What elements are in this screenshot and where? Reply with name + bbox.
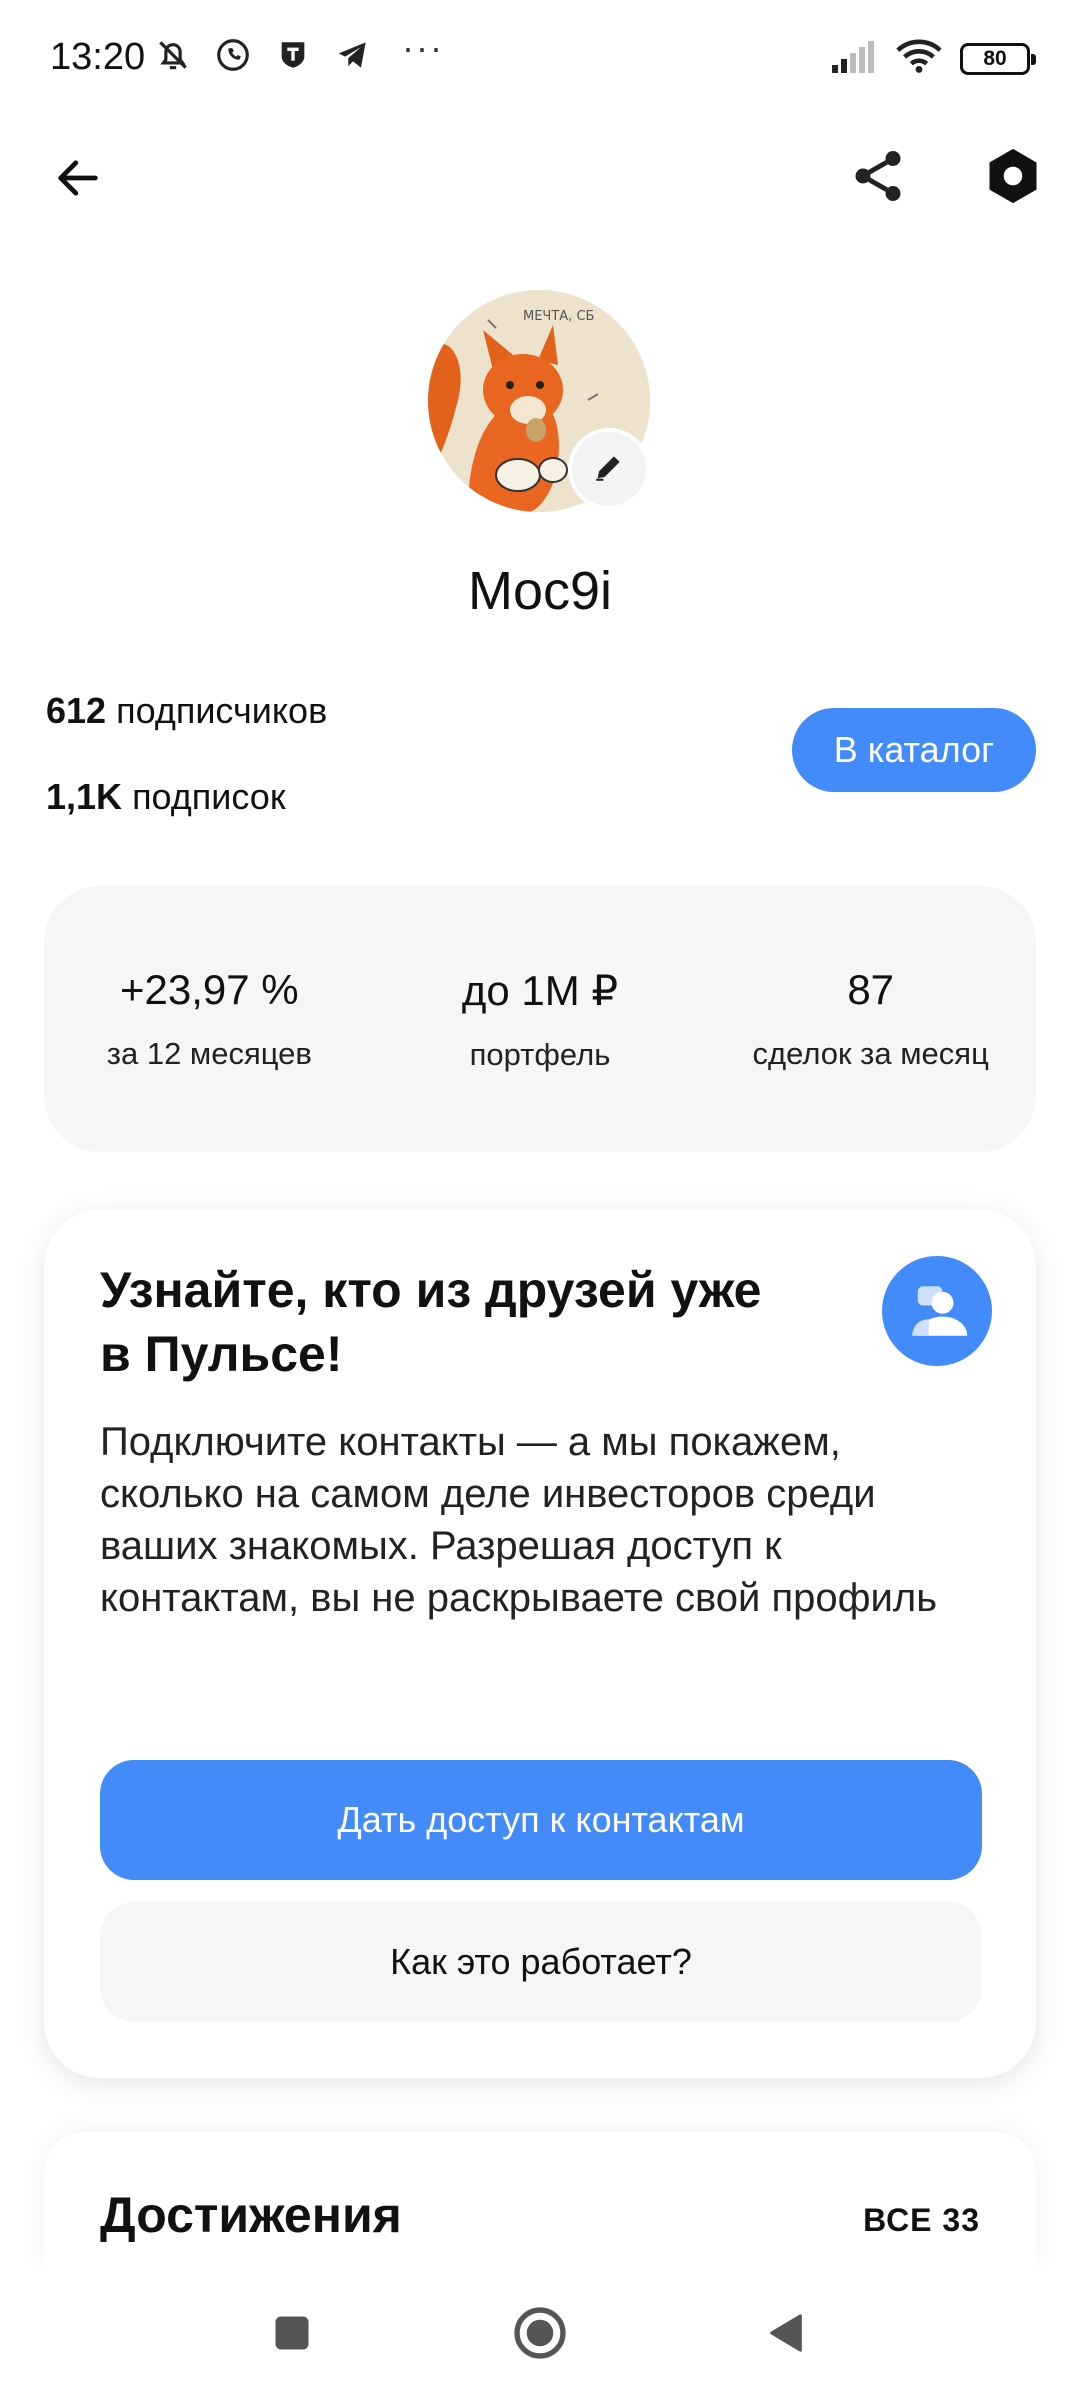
metrics-card: +23,97 % за 12 месяцев до 1М ₽ портфель … bbox=[44, 886, 1036, 1152]
catalog-button[interactable]: В каталог bbox=[792, 708, 1036, 792]
settings-hex-icon bbox=[982, 145, 1044, 212]
whatsapp-icon bbox=[212, 34, 254, 76]
home-circle-icon bbox=[511, 2304, 569, 2367]
how-it-works-button[interactable]: Как это работает? bbox=[100, 1902, 982, 2022]
status-icons-right: 80 bbox=[830, 38, 1036, 79]
metric-yield: +23,97 % за 12 месяцев bbox=[44, 886, 375, 1152]
signal-icon bbox=[830, 39, 878, 78]
metric-value: +23,97 % bbox=[120, 966, 299, 1013]
profile-username: Moc9i bbox=[467, 561, 613, 621]
silent-bell-icon bbox=[152, 34, 194, 76]
battery-icon: 80 bbox=[960, 42, 1036, 75]
more-notifications-icon: ··· bbox=[402, 27, 444, 68]
pencil-icon bbox=[592, 450, 626, 489]
metric-value: до 1М ₽ bbox=[461, 966, 619, 1014]
metric-label: сделок за месяц bbox=[752, 1036, 989, 1071]
find-friends-description: Подключите контакты — а мы покажем, скол… bbox=[100, 1420, 938, 1620]
settings-button[interactable] bbox=[975, 140, 1051, 216]
share-button[interactable] bbox=[840, 140, 916, 216]
status-bar: 13:20 ··· 80 bbox=[0, 0, 1080, 110]
metric-deals: 87 сделок за месяц bbox=[705, 886, 1036, 1152]
system-nav-bar bbox=[0, 2270, 1080, 2400]
share-icon bbox=[848, 146, 908, 211]
triangle-back-icon bbox=[764, 2310, 810, 2361]
svg-text:МЕЧТА, СБ: МЕЧТА, СБ bbox=[523, 309, 594, 324]
metric-portfolio: до 1М ₽ портфель bbox=[375, 886, 706, 1152]
contacts-icon bbox=[882, 1256, 992, 1366]
wifi-icon bbox=[896, 38, 942, 79]
achievements-title: Достижения bbox=[100, 2187, 402, 2243]
followers-label: подписчиков bbox=[116, 690, 328, 731]
back-arrow-icon bbox=[52, 152, 104, 209]
achievements-all-link[interactable]: ВСЕ 33 bbox=[863, 2202, 980, 2239]
telegram-icon bbox=[332, 34, 374, 76]
followers-stat[interactable]: 612 подписчиков bbox=[46, 690, 327, 732]
find-friends-title: Узнайте, кто из друзей уже в Пульсе! bbox=[100, 1262, 762, 1382]
back-button[interactable] bbox=[40, 142, 116, 218]
square-icon bbox=[270, 2311, 314, 2360]
following-count: 1,1K bbox=[46, 776, 123, 817]
recents-button[interactable] bbox=[255, 2298, 329, 2372]
achievements-section: Достижения ВСЕ 33 bbox=[44, 2132, 1036, 2272]
avatar-container[interactable]: МЕЧТА, СБ bbox=[428, 290, 650, 512]
following-stat[interactable]: 1,1K подписок bbox=[46, 776, 286, 818]
top-app-bar bbox=[0, 120, 1080, 220]
status-time: 13:20 bbox=[50, 36, 146, 78]
back-nav-button[interactable] bbox=[750, 2298, 824, 2372]
following-label: подписок bbox=[132, 776, 286, 817]
grant-contacts-access-button[interactable]: Дать доступ к контактам bbox=[100, 1760, 982, 1880]
home-button[interactable] bbox=[503, 2298, 577, 2372]
metric-label: портфель bbox=[469, 1036, 611, 1072]
find-friends-card: Узнайте, кто из друзей уже в Пульсе! Под… bbox=[44, 1210, 1036, 2078]
status-icons-left: ··· bbox=[152, 27, 444, 76]
followers-count: 612 bbox=[46, 690, 107, 731]
metric-value: 87 bbox=[847, 966, 895, 1013]
metric-label: за 12 месяцев bbox=[106, 1036, 312, 1071]
shield-app-icon bbox=[272, 34, 314, 76]
edit-avatar-button[interactable] bbox=[568, 428, 650, 510]
